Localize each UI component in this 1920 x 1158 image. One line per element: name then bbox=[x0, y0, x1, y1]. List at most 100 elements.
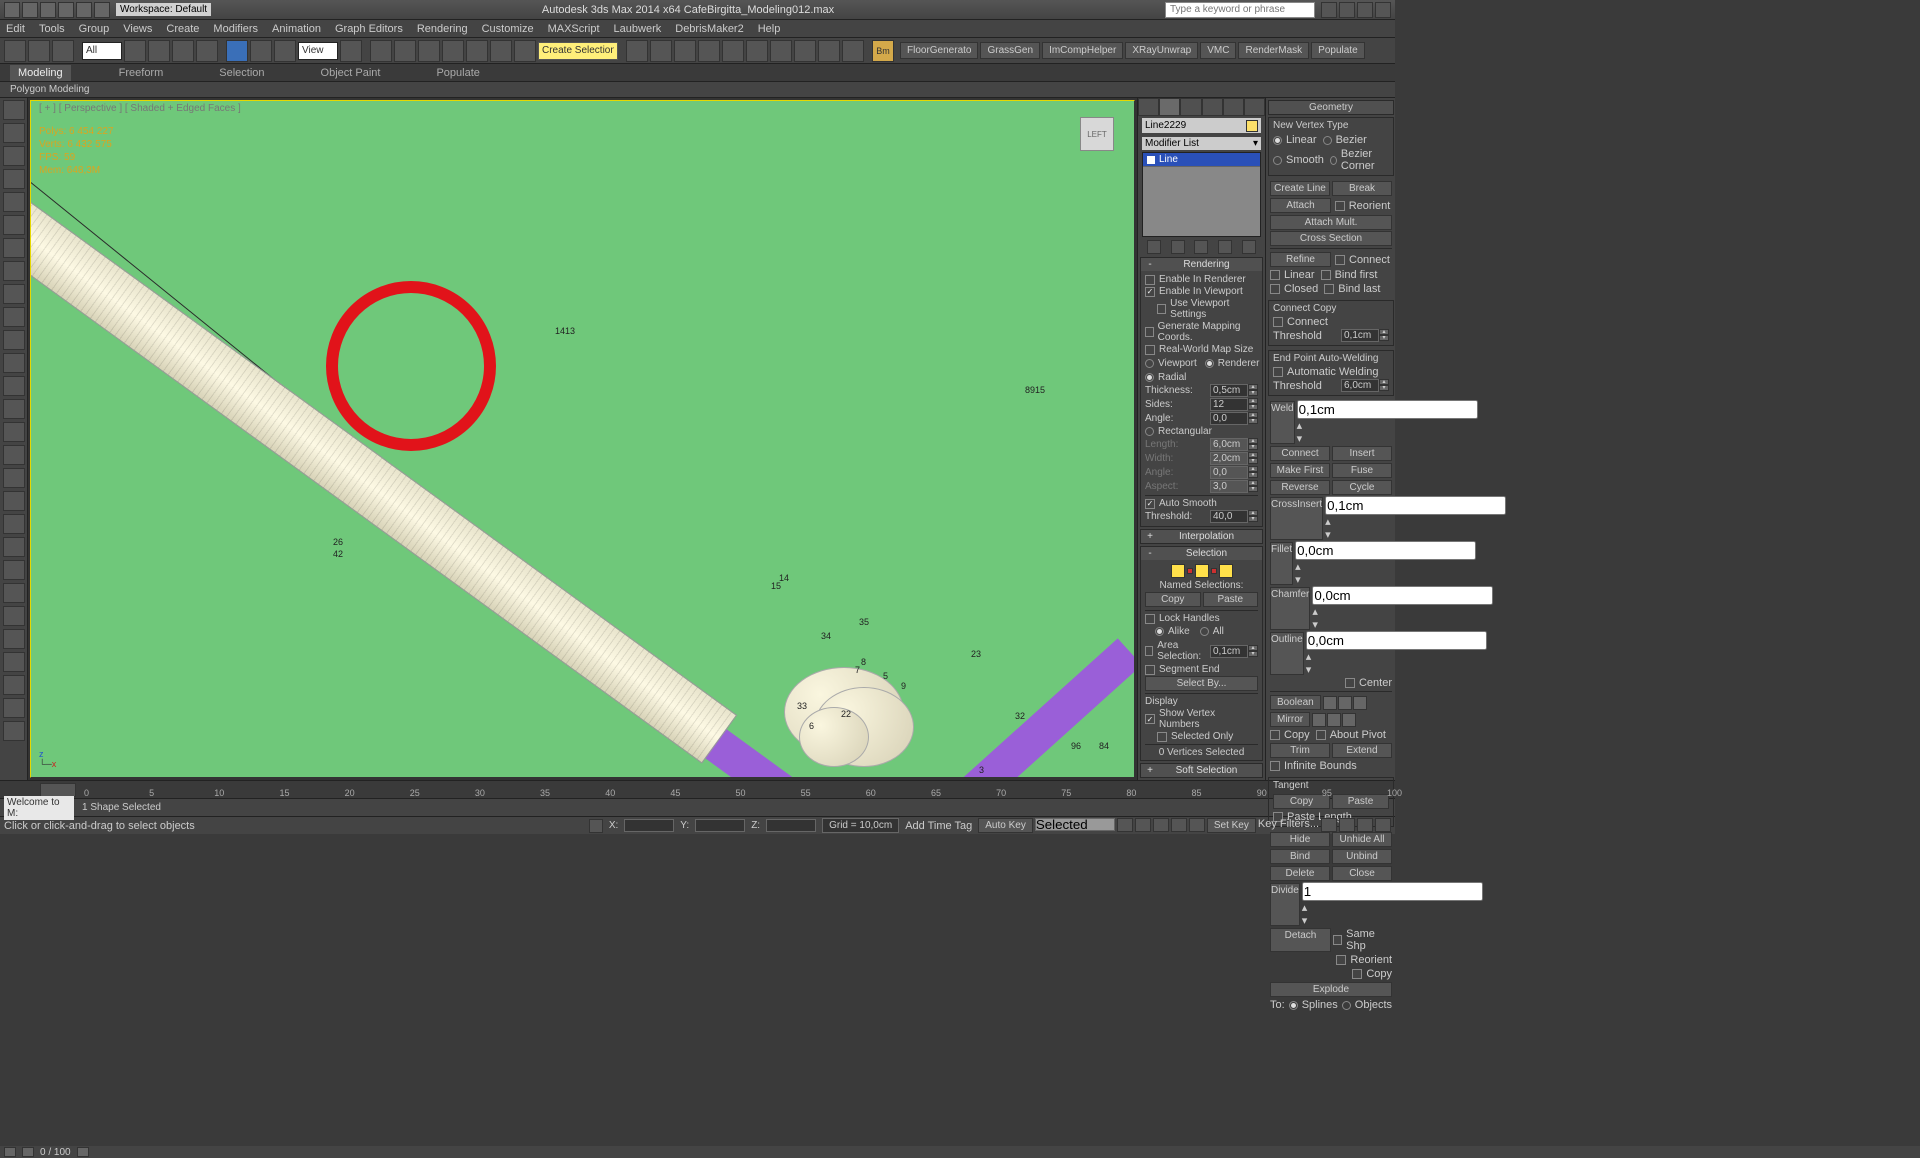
orbit-icon[interactable] bbox=[1357, 818, 1373, 832]
align-icon[interactable] bbox=[650, 40, 672, 62]
graphite-icon[interactable] bbox=[698, 40, 720, 62]
chk-refine-connect[interactable] bbox=[1335, 255, 1345, 265]
spin-fillet[interactable] bbox=[1295, 541, 1476, 560]
ribbon-tab-freeform[interactable]: Freeform bbox=[111, 65, 172, 81]
schematic-icon[interactable] bbox=[746, 40, 768, 62]
chk-enable-viewport[interactable] bbox=[1145, 287, 1155, 297]
left-tool-12[interactable] bbox=[3, 376, 25, 396]
attach-mult-button[interactable]: Attach Mult. bbox=[1270, 215, 1392, 230]
next-frame-icon[interactable] bbox=[1171, 818, 1187, 832]
radio-viewport[interactable] bbox=[1145, 359, 1154, 368]
left-tool-11[interactable] bbox=[3, 353, 25, 373]
plugin-xrayunwrap[interactable]: XRayUnwrap bbox=[1125, 42, 1198, 59]
menu-create[interactable]: Create bbox=[166, 23, 199, 35]
render-setup-icon[interactable] bbox=[794, 40, 816, 62]
ribbon-tab-object-paint[interactable]: Object Paint bbox=[313, 65, 389, 81]
menu-views[interactable]: Views bbox=[123, 23, 152, 35]
menu-rendering[interactable]: Rendering bbox=[417, 23, 468, 35]
left-tool-5[interactable] bbox=[3, 215, 25, 235]
setkey-button[interactable]: Set Key bbox=[1207, 818, 1256, 833]
spin-weld[interactable] bbox=[1297, 400, 1478, 419]
object-color-swatch[interactable] bbox=[1246, 120, 1258, 132]
show-end-icon[interactable] bbox=[1171, 240, 1185, 254]
chk-segment-end[interactable] bbox=[1145, 665, 1155, 675]
spin-crossinsert[interactable] bbox=[1325, 496, 1506, 515]
pin-stack-icon[interactable] bbox=[1147, 240, 1161, 254]
outline-button[interactable]: Outline bbox=[1270, 632, 1304, 675]
pivot-icon[interactable] bbox=[340, 40, 362, 62]
chk-lock-handles[interactable] bbox=[1145, 614, 1155, 624]
percent-snap-icon[interactable] bbox=[466, 40, 488, 62]
autokey-button[interactable]: Auto Key bbox=[978, 818, 1033, 833]
plugin-vmc[interactable]: VMC bbox=[1200, 42, 1236, 59]
left-tool-24[interactable] bbox=[3, 652, 25, 672]
minimize-icon[interactable] bbox=[1375, 2, 1391, 18]
chk-detach-reorient[interactable] bbox=[1336, 955, 1346, 965]
left-tool-7[interactable] bbox=[3, 261, 25, 281]
select-icon[interactable] bbox=[124, 40, 146, 62]
unhide-button[interactable]: Unhide All bbox=[1332, 832, 1392, 847]
detach-button[interactable]: Detach bbox=[1270, 928, 1331, 952]
menu-customize[interactable]: Customize bbox=[482, 23, 534, 35]
viewport[interactable]: [ + ] [ Perspective ] [ Shaded + Edged F… bbox=[30, 100, 1135, 778]
open-icon[interactable] bbox=[40, 2, 56, 18]
maxscript-listener[interactable]: Welcome to M: bbox=[4, 796, 74, 820]
save-icon[interactable] bbox=[58, 2, 74, 18]
named-sel-paste-button[interactable]: Paste bbox=[1203, 592, 1259, 607]
coord-x-input[interactable] bbox=[624, 819, 674, 832]
select-rotate-icon[interactable] bbox=[250, 40, 272, 62]
configure-icon[interactable] bbox=[1242, 240, 1256, 254]
left-tool-3[interactable] bbox=[3, 169, 25, 189]
redo-icon[interactable] bbox=[94, 2, 110, 18]
named-selection-input[interactable] bbox=[538, 42, 618, 60]
chk-bind-last[interactable] bbox=[1324, 284, 1334, 294]
explode-button[interactable]: Explode bbox=[1270, 982, 1392, 997]
ribbon-tab-selection[interactable]: Selection bbox=[211, 65, 272, 81]
new-icon[interactable] bbox=[22, 2, 38, 18]
goto-start-icon[interactable] bbox=[1117, 818, 1133, 832]
time-slider[interactable] bbox=[40, 783, 76, 797]
subobject-icons[interactable] bbox=[1145, 562, 1258, 580]
radio-alike[interactable] bbox=[1155, 627, 1164, 636]
chk-connect-copy[interactable] bbox=[1273, 317, 1283, 327]
select-move-icon[interactable] bbox=[226, 40, 248, 62]
left-tool-14[interactable] bbox=[3, 422, 25, 442]
bind-icon[interactable] bbox=[52, 40, 74, 62]
insert-button[interactable]: Insert bbox=[1332, 446, 1392, 461]
bm-icon[interactable]: Bm bbox=[872, 40, 894, 62]
favorites-icon[interactable] bbox=[1339, 2, 1355, 18]
manipulate-icon[interactable] bbox=[370, 40, 392, 62]
select-scale-icon[interactable] bbox=[274, 40, 296, 62]
menu-modifiers[interactable]: Modifiers bbox=[213, 23, 258, 35]
radio-vtx-smooth[interactable] bbox=[1273, 156, 1282, 165]
selection-filter-input[interactable] bbox=[82, 42, 122, 60]
key-filters-button[interactable]: Key Filters... bbox=[1258, 818, 1319, 833]
plugin-rendermask[interactable]: RenderMask bbox=[1238, 42, 1309, 59]
menu-tools[interactable]: Tools bbox=[39, 23, 65, 35]
select-by-button[interactable]: Select By... bbox=[1145, 676, 1258, 691]
viewport-label[interactable]: [ + ] [ Perspective ] [ Shaded + Edged F… bbox=[39, 103, 241, 114]
left-tool-21[interactable] bbox=[3, 583, 25, 603]
plugin-imcomphelper[interactable]: ImCompHelper bbox=[1042, 42, 1123, 59]
left-tool-2[interactable] bbox=[3, 146, 25, 166]
modifier-stack[interactable]: Line bbox=[1142, 152, 1261, 237]
left-tool-18[interactable] bbox=[3, 514, 25, 534]
curve-editor-icon[interactable] bbox=[722, 40, 744, 62]
render-frame-icon[interactable] bbox=[818, 40, 840, 62]
chk-bind-first[interactable] bbox=[1321, 270, 1331, 280]
chk-auto-smooth[interactable] bbox=[1145, 499, 1155, 509]
radio-vtx-linear[interactable] bbox=[1273, 136, 1282, 145]
unlink-icon[interactable] bbox=[28, 40, 50, 62]
menu-animation[interactable]: Animation bbox=[272, 23, 321, 35]
unique-icon[interactable] bbox=[1194, 240, 1208, 254]
play-icon[interactable] bbox=[77, 1147, 89, 1157]
hide-button[interactable]: Hide bbox=[1270, 832, 1330, 847]
left-tool-4[interactable] bbox=[3, 192, 25, 212]
left-tool-25[interactable] bbox=[3, 675, 25, 695]
mirror-h-icon[interactable] bbox=[1312, 713, 1326, 727]
left-tool-10[interactable] bbox=[3, 330, 25, 350]
coord-y-input[interactable] bbox=[695, 819, 745, 832]
chk-show-vertex-numbers[interactable] bbox=[1145, 714, 1155, 724]
spin-divide[interactable] bbox=[1302, 882, 1483, 901]
left-tool-1[interactable] bbox=[3, 123, 25, 143]
